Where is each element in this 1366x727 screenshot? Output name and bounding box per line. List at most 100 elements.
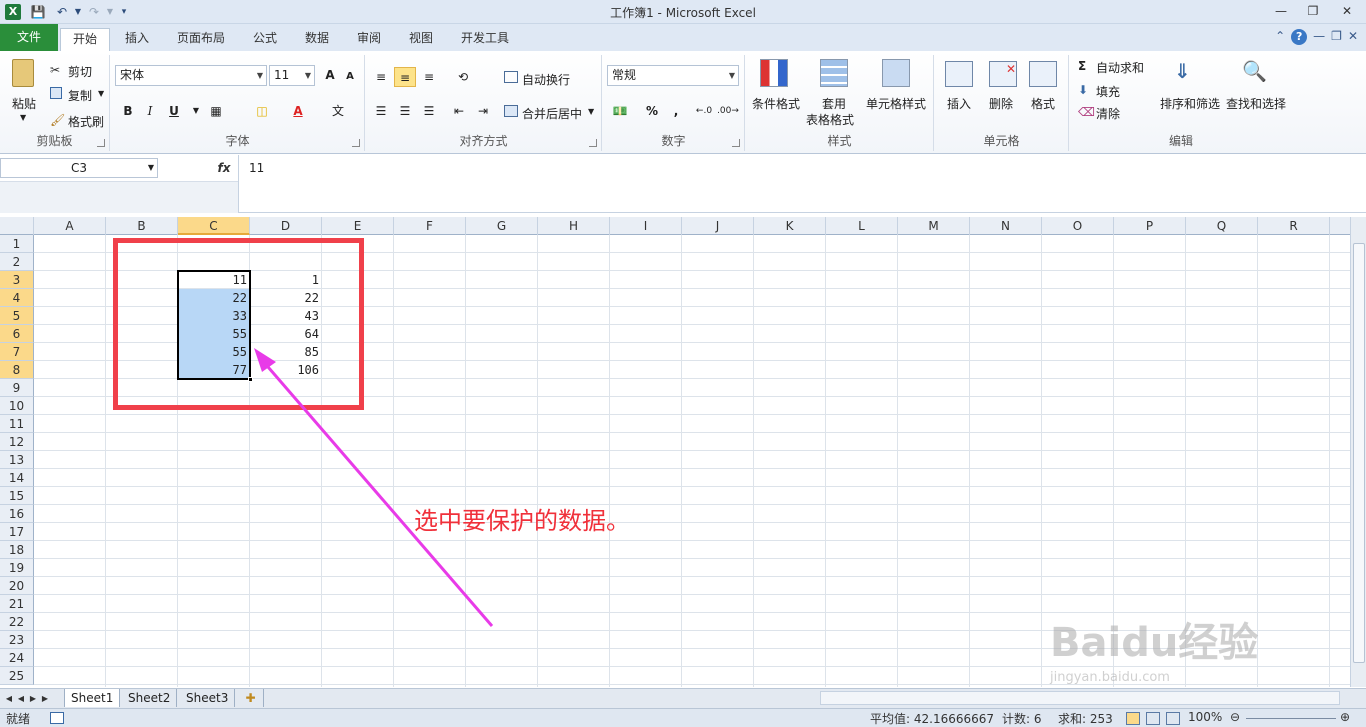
column-header-o[interactable]: O [1042,217,1114,235]
macro-record-icon[interactable] [50,712,64,724]
row-header-15[interactable]: 15 [0,487,34,505]
insert-sheet-icon[interactable]: ✚ [238,689,264,707]
align-left-icon[interactable]: ☰ [370,101,392,121]
page-break-view-icon[interactable] [1166,712,1180,725]
font-size-select[interactable]: 11 ▼ [269,65,315,86]
number-launcher-icon[interactable] [732,139,740,147]
orientation-icon[interactable]: ⟲ [452,67,474,87]
tab-view[interactable]: 视图 [398,28,444,51]
next-sheet-icon[interactable]: ▶ [28,691,38,707]
row-header-10[interactable]: 10 [0,397,34,415]
column-header-p[interactable]: P [1114,217,1186,235]
doc-close-icon[interactable]: ✕ [1348,29,1358,45]
zoom-in-icon[interactable]: ⊕ [1340,710,1350,724]
paste-dropdown-icon[interactable]: ▼ [20,113,26,122]
column-header-q[interactable]: Q [1186,217,1258,235]
borders-icon[interactable]: ▦ [205,101,227,121]
tab-file[interactable]: 文件 [0,24,58,51]
find-select-button[interactable]: 查找和选择 [1226,95,1286,112]
delete-button[interactable]: 删除 [989,95,1013,112]
row-header-13[interactable]: 13 [0,451,34,469]
tab-insert[interactable]: 插入 [114,28,160,51]
sheet-tab-1[interactable]: Sheet1 [64,689,121,707]
conditional-format-button[interactable]: 条件格式 [752,95,800,112]
row-header-1[interactable]: 1 [0,235,34,253]
merge-center-button[interactable]: 合并后居中 [522,105,582,122]
zoom-level[interactable]: 100% [1188,710,1222,724]
decrease-indent-icon[interactable]: ⇤ [448,101,470,121]
merge-center-icon[interactable] [504,105,518,117]
row-header-17[interactable]: 17 [0,523,34,541]
underline-dropdown-icon[interactable]: ▼ [185,101,207,121]
font-color-button[interactable]: A [287,101,309,121]
alignment-launcher-icon[interactable] [589,139,597,147]
clear-icon[interactable]: ⌫ [1078,105,1095,119]
normal-view-icon[interactable] [1126,712,1140,725]
fill-color-icon[interactable]: ◫ [251,101,273,121]
format-cells-icon[interactable] [1029,61,1057,87]
column-header-b[interactable]: B [106,217,178,235]
row-header-3[interactable]: 3 [0,271,34,289]
percent-button[interactable]: % [641,101,663,121]
row-header-9[interactable]: 9 [0,379,34,397]
align-bottom-icon[interactable]: ≡ [418,67,440,87]
last-sheet-icon[interactable]: ▶ [40,691,50,707]
format-painter-button[interactable]: 格式刷 [68,113,104,130]
number-format-select[interactable]: 常规 ▼ [607,65,739,86]
format-table-label-1[interactable]: 套用 [822,95,846,112]
row-header-8[interactable]: 8 [0,361,34,379]
insert-cells-icon[interactable] [945,61,973,87]
column-header-n[interactable]: N [970,217,1042,235]
help-icon[interactable]: ? [1291,29,1308,45]
column-header-e[interactable]: E [322,217,394,235]
prev-sheet-icon[interactable]: ◀ [16,691,26,707]
align-center-icon[interactable]: ☰ [394,101,416,121]
row-header-4[interactable]: 4 [0,289,34,307]
column-header-d[interactable]: D [250,217,322,235]
page-layout-view-icon[interactable] [1146,712,1160,725]
name-box[interactable]: C3 ▼ [0,158,158,178]
row-header-22[interactable]: 22 [0,613,34,631]
comma-button[interactable]: , [665,101,687,121]
doc-minimize-icon[interactable]: — [1313,29,1325,45]
column-header-h[interactable]: H [538,217,610,235]
cut-icon[interactable]: ✂ [50,63,60,77]
row-header-19[interactable]: 19 [0,559,34,577]
insert-button[interactable]: 插入 [947,95,971,112]
format-painter-icon[interactable]: 🖌 [50,113,65,127]
select-all-corner[interactable] [0,217,34,235]
row-header-6[interactable]: 6 [0,325,34,343]
grow-font-button[interactable]: A [319,65,341,85]
sort-filter-button[interactable]: 排序和筛选 [1160,95,1220,112]
font-family-select[interactable]: 宋体 ▼ [115,65,267,86]
horizontal-scrollbar[interactable] [820,691,1340,705]
vertical-scrollbar[interactable] [1350,217,1366,687]
paste-icon[interactable] [12,59,34,87]
cut-button[interactable]: 剪切 [68,63,92,80]
row-header-18[interactable]: 18 [0,541,34,559]
increase-decimal-icon[interactable]: ←.0 [693,101,715,121]
tab-review[interactable]: 审阅 [346,28,392,51]
autosum-button[interactable]: 自动求和 [1096,59,1144,76]
format-table-label-2[interactable]: 表格格式 [806,111,854,128]
row-header-14[interactable]: 14 [0,469,34,487]
conditional-format-icon[interactable] [760,59,788,87]
vertical-scroll-thumb[interactable] [1353,243,1365,663]
column-header-c[interactable]: C [178,217,250,235]
zoom-slider[interactable] [1246,718,1336,719]
column-header-k[interactable]: K [754,217,826,235]
column-header-l[interactable]: L [826,217,898,235]
align-right-icon[interactable]: ☰ [418,101,440,121]
tab-home[interactable]: 开始 [60,28,110,51]
row-header-21[interactable]: 21 [0,595,34,613]
wrap-text-button[interactable]: 自动换行 [522,71,570,88]
delete-cells-icon[interactable]: ✕ [989,61,1017,87]
row-header-25[interactable]: 25 [0,667,34,685]
font-launcher-icon[interactable] [352,139,360,147]
row-header-23[interactable]: 23 [0,631,34,649]
cell-styles-icon[interactable] [882,59,910,87]
tab-page-layout[interactable]: 页面布局 [166,28,236,51]
fill-icon[interactable]: ⬇ [1078,83,1088,97]
row-header-7[interactable]: 7 [0,343,34,361]
tab-formulas[interactable]: 公式 [242,28,288,51]
